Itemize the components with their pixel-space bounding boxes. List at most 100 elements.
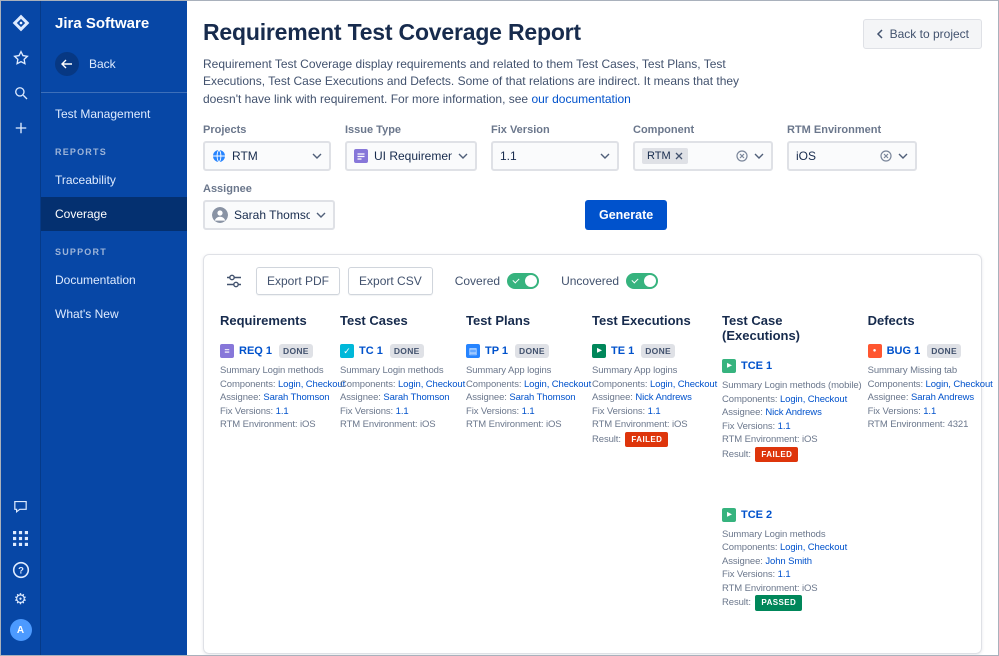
app-window: ? ⚙ A Jira Software Back Test Management… xyxy=(0,0,999,656)
export-pdf-button[interactable]: Export PDF xyxy=(256,267,340,295)
assignee-line: Assignee: Sarah Andrews xyxy=(868,391,993,404)
summary-line: Summary Missing tab xyxy=(868,364,993,377)
components-link[interactable]: Login, Checkout xyxy=(278,379,345,390)
result-badge: FAILED xyxy=(625,432,668,447)
card-header: ● BUG 1 DONE xyxy=(868,344,993,358)
fix-versions-link[interactable]: 1.1 xyxy=(648,406,661,417)
issue-type-label: Issue Type xyxy=(345,124,477,136)
issue-key-link[interactable]: TP 1 xyxy=(485,345,508,357)
summary-line: Summary Login methods xyxy=(340,364,460,377)
back-to-project-button[interactable]: Back to project xyxy=(863,19,982,49)
assignee-line: Assignee: Nick Andrews xyxy=(722,406,862,419)
filter-component: Component RTM xyxy=(633,124,773,171)
fix-versions-link[interactable]: 1.1 xyxy=(778,569,791,580)
result-line: Result: FAILED xyxy=(722,447,862,462)
star-icon[interactable] xyxy=(11,48,31,68)
assignee-link[interactable]: Sarah Thomson xyxy=(509,392,575,403)
assignee-select[interactable]: Sarah Thomson xyxy=(203,200,335,230)
rtm-environment-value: iOS xyxy=(802,583,818,594)
rtm-environment-label: RTM Environment: xyxy=(466,419,543,430)
issue-key-link[interactable]: TCE 2 xyxy=(741,509,772,521)
summary-value: Login methods xyxy=(383,365,444,376)
components-link[interactable]: Login, Checkout xyxy=(398,379,465,390)
components-link[interactable]: Login, Checkout xyxy=(926,379,993,390)
plus-icon[interactable] xyxy=(11,118,31,138)
summary-line: Summary Login methods xyxy=(722,528,862,541)
project-globe-icon xyxy=(212,149,226,163)
assignee-link[interactable]: Sarah Andrews xyxy=(911,392,974,403)
chevron-down-icon xyxy=(754,153,764,159)
clear-selection-icon[interactable] xyxy=(736,150,748,162)
icon-rail: ? ⚙ A xyxy=(1,1,41,655)
assignee-link[interactable]: Sarah Thomson xyxy=(383,392,449,403)
issue-key-link[interactable]: TC 1 xyxy=(359,345,383,357)
settings-gear-icon[interactable]: ⚙ xyxy=(14,592,27,607)
components-link[interactable]: Login, Checkout xyxy=(524,379,591,390)
remove-chip-icon[interactable] xyxy=(675,152,683,160)
fix-versions-label: Fix Versions: xyxy=(722,569,775,580)
covered-toggle[interactable] xyxy=(507,273,539,289)
components-link[interactable]: Login, Checkout xyxy=(780,542,847,553)
result-label: Result: xyxy=(722,449,751,460)
issue-key-link[interactable]: REQ 1 xyxy=(239,345,272,357)
description-text: Requirement Test Coverage display requir… xyxy=(203,57,739,106)
projects-value: RTM xyxy=(232,149,306,163)
sidebar-item-documentation[interactable]: Documentation xyxy=(41,263,187,297)
components-link[interactable]: Login, Checkout xyxy=(780,394,847,405)
issue-key-link[interactable]: TCE 1 xyxy=(741,360,772,372)
sidebar-item-whats-new[interactable]: What's New xyxy=(41,297,187,331)
components-link[interactable]: Login, Checkout xyxy=(650,379,717,390)
app-switcher-icon[interactable] xyxy=(11,528,31,548)
sidebar-item-test-management[interactable]: Test Management xyxy=(41,97,187,131)
assignee-link[interactable]: Nick Andrews xyxy=(765,407,821,418)
arrow-left-icon xyxy=(55,52,79,76)
card-header: ▤ TP 1 DONE xyxy=(466,344,586,358)
search-icon[interactable] xyxy=(11,83,31,103)
sidebar-back-button[interactable]: Back xyxy=(41,48,187,92)
summary-label: Summary xyxy=(220,365,260,376)
assignee-line: Assignee: John Smith xyxy=(722,555,862,568)
generate-button[interactable]: Generate xyxy=(585,200,667,230)
fix-versions-label: Fix Versions: xyxy=(220,406,273,417)
sidebar-item-coverage[interactable]: Coverage xyxy=(41,197,187,231)
display-settings-button[interactable] xyxy=(220,269,248,293)
components-label: Components: xyxy=(340,379,395,390)
rtm-environment-line: RTM Environment: iOS xyxy=(466,418,586,431)
assignee-link[interactable]: Sarah Thomson xyxy=(263,392,329,403)
rtm-environment-label: RTM Environment: xyxy=(592,419,669,430)
uncovered-toggle[interactable] xyxy=(626,273,658,289)
documentation-link[interactable]: our documentation xyxy=(531,92,630,106)
sidebar-section-support: SUPPORT xyxy=(41,231,187,263)
fix-versions-link[interactable]: 1.1 xyxy=(923,406,936,417)
assignee-label: Assignee: xyxy=(466,392,507,403)
feedback-icon[interactable] xyxy=(11,496,31,516)
fix-versions-link[interactable]: 1.1 xyxy=(396,406,409,417)
issue-key-link[interactable]: TE 1 xyxy=(611,345,634,357)
rtm-environment-select[interactable]: iOS xyxy=(787,141,917,171)
user-avatar[interactable]: A xyxy=(10,619,32,641)
fix-versions-link[interactable]: 1.1 xyxy=(276,406,289,417)
jira-logo-icon[interactable] xyxy=(11,13,31,33)
card-header: ▶ TCE 1 xyxy=(722,359,862,373)
fix-versions-link[interactable]: 1.1 xyxy=(778,421,791,432)
help-icon[interactable]: ? xyxy=(11,560,31,580)
rtm-environment-label: RTM Environment: xyxy=(722,434,799,445)
test-execution-type-icon: ▶ xyxy=(592,344,606,358)
issue-type-select[interactable]: UI Requirement xyxy=(345,141,477,171)
component-select[interactable]: RTM xyxy=(633,141,773,171)
summary-value: App logins xyxy=(634,365,677,376)
assignee-link[interactable]: Nick Andrews xyxy=(635,392,691,403)
sidebar-item-traceability[interactable]: Traceability xyxy=(41,163,187,197)
projects-select[interactable]: RTM xyxy=(203,141,331,171)
fix-versions-link[interactable]: 1.1 xyxy=(522,406,535,417)
fix-version-select[interactable]: 1.1 xyxy=(491,141,619,171)
clear-selection-icon[interactable] xyxy=(880,150,892,162)
issue-key-link[interactable]: BUG 1 xyxy=(887,345,921,357)
export-csv-button[interactable]: Export CSV xyxy=(348,267,433,295)
column-test-executions: Test Executions ▶ TE 1 DONE Summary App … xyxy=(592,313,716,615)
components-label: Components: xyxy=(722,394,777,405)
report-card: Export PDF Export CSV Covered Uncovered … xyxy=(203,254,982,654)
fix-versions-label: Fix Versions: xyxy=(722,421,775,432)
assignee-link[interactable]: John Smith xyxy=(765,556,812,567)
column-title: Test Case (Executions) xyxy=(722,313,862,343)
